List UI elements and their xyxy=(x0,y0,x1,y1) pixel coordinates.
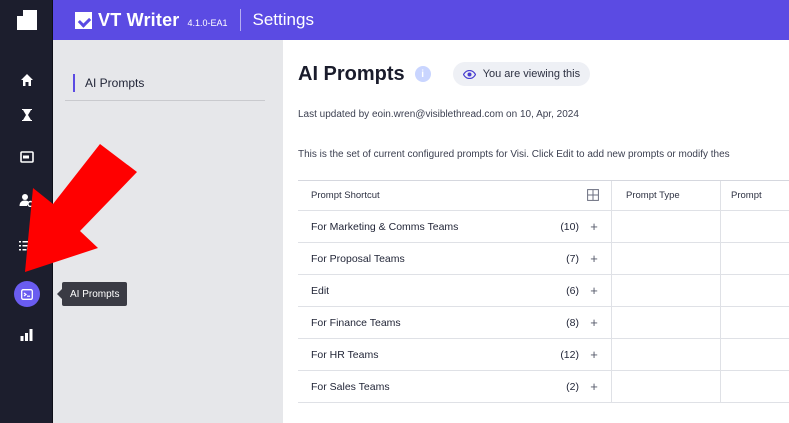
prompt-cell xyxy=(721,243,789,274)
shortcut-name[interactable]: For Proposal Teams xyxy=(311,253,549,265)
shortcut-name[interactable]: For Sales Teams xyxy=(311,381,549,393)
rail-tooltip: AI Prompts xyxy=(56,282,128,306)
column-header-prompt[interactable]: Prompt xyxy=(721,181,789,210)
type-cell xyxy=(612,339,721,370)
shortcut-cell: For Proposal Teams (7) + xyxy=(298,243,612,274)
rail-analytics[interactable] xyxy=(0,320,53,350)
prompt-count: (2) xyxy=(566,380,579,393)
expand-plus-icon[interactable]: + xyxy=(587,219,601,234)
prompts-table: Prompt Shortcut Prompt Type Prompt For M… xyxy=(298,180,789,403)
page-description: This is the set of current configured pr… xyxy=(298,149,730,160)
prompt-cell xyxy=(721,339,789,370)
table-row[interactable]: For Marketing & Comms Teams (10) + xyxy=(298,211,789,243)
view-status-badge: You are viewing this xyxy=(452,62,591,86)
table-row[interactable]: For HR Teams (12) + xyxy=(298,339,789,371)
prompt-cell xyxy=(721,307,789,338)
table-row[interactable]: For Sales Teams (2) + xyxy=(298,371,789,403)
prompt-count: (6) xyxy=(566,284,579,297)
bar-chart-icon xyxy=(20,329,33,341)
home-icon xyxy=(20,74,33,86)
prompt-count: (7) xyxy=(566,252,579,265)
table-row[interactable]: For Proposal Teams (7) + xyxy=(298,243,789,275)
rail-active-indicator xyxy=(13,281,40,307)
prompt-count: (10) xyxy=(560,220,579,233)
terminal-icon xyxy=(20,288,33,300)
subnav-item-ai-prompts[interactable]: AI Prompts xyxy=(73,74,144,92)
column-header-type[interactable]: Prompt Type xyxy=(612,181,721,210)
app-version: 4.1.0-EA1 xyxy=(187,18,228,28)
type-cell xyxy=(612,275,721,306)
type-cell xyxy=(612,243,721,274)
list-search-icon xyxy=(19,240,34,252)
rail-user-settings[interactable] xyxy=(0,185,53,215)
last-updated-text: Last updated by eoin.wren@visiblethread.… xyxy=(298,109,579,120)
expand-plus-icon[interactable]: + xyxy=(587,283,601,298)
expand-plus-icon[interactable]: + xyxy=(587,347,601,362)
table-row[interactable]: Edit (6) + xyxy=(298,275,789,307)
rail-hourglass[interactable] xyxy=(0,100,53,130)
info-icon[interactable]: i xyxy=(414,66,431,82)
prompt-cell xyxy=(721,275,789,306)
table-row[interactable]: For Finance Teams (8) + xyxy=(298,307,789,339)
expand-plus-icon[interactable]: + xyxy=(587,315,601,330)
brand[interactable]: VT Writer 4.1.0-EA1 xyxy=(75,10,228,31)
shortcut-cell: For Sales Teams (2) + xyxy=(298,371,612,402)
icon-rail xyxy=(0,0,53,423)
header-divider xyxy=(239,9,241,31)
rail-home[interactable] xyxy=(0,65,53,95)
settings-subnav: AI Prompts xyxy=(53,40,283,423)
shortcut-name[interactable]: For HR Teams xyxy=(311,349,549,361)
user-settings-icon xyxy=(19,194,34,207)
main-content: AI Prompts i You are viewing this Last u… xyxy=(283,40,789,423)
prompt-count: (8) xyxy=(566,316,579,329)
column-header-shortcut[interactable]: Prompt Shortcut xyxy=(298,181,612,210)
prompt-count: (12) xyxy=(560,348,579,361)
column-layout-icon[interactable] xyxy=(587,189,599,201)
shortcut-cell: For Marketing & Comms Teams (10) + xyxy=(298,211,612,242)
shortcut-cell: Edit (6) + xyxy=(298,275,612,306)
section-title: Settings xyxy=(252,10,314,29)
type-cell xyxy=(612,307,721,338)
rail-list-search[interactable] xyxy=(0,231,53,261)
table-header-row: Prompt Shortcut Prompt Type Prompt xyxy=(298,181,789,211)
expand-plus-icon[interactable]: + xyxy=(587,251,601,266)
type-cell xyxy=(612,211,721,242)
app-logo-icon[interactable] xyxy=(17,10,37,30)
type-cell xyxy=(612,371,721,402)
shortcut-name[interactable]: For Marketing & Comms Teams xyxy=(311,221,549,233)
eye-icon xyxy=(462,69,476,79)
view-status-text: You are viewing this xyxy=(482,68,581,80)
shortcut-name[interactable]: Edit xyxy=(311,285,549,297)
rail-document[interactable] xyxy=(0,142,53,172)
shortcut-cell: For Finance Teams (8) + xyxy=(298,307,612,338)
document-icon xyxy=(19,151,34,163)
shortcut-cell: For HR Teams (12) + xyxy=(298,339,612,370)
rail-ai-prompts[interactable] xyxy=(0,279,53,309)
page-title: AI Prompts xyxy=(298,62,405,85)
app-name: VT Writer xyxy=(98,9,180,30)
top-header: VT Writer 4.1.0-EA1 Settings xyxy=(53,0,789,40)
expand-plus-icon[interactable]: + xyxy=(587,379,601,394)
title-row: AI Prompts i You are viewing this xyxy=(298,62,591,86)
prompt-cell xyxy=(721,211,789,242)
shortcut-name[interactable]: For Finance Teams xyxy=(311,317,549,329)
column-header-shortcut-label: Prompt Shortcut xyxy=(311,190,380,201)
checkmark-logo-icon xyxy=(75,11,92,29)
prompt-cell xyxy=(721,371,789,402)
subnav-divider xyxy=(65,100,265,101)
hourglass-icon xyxy=(21,109,32,121)
